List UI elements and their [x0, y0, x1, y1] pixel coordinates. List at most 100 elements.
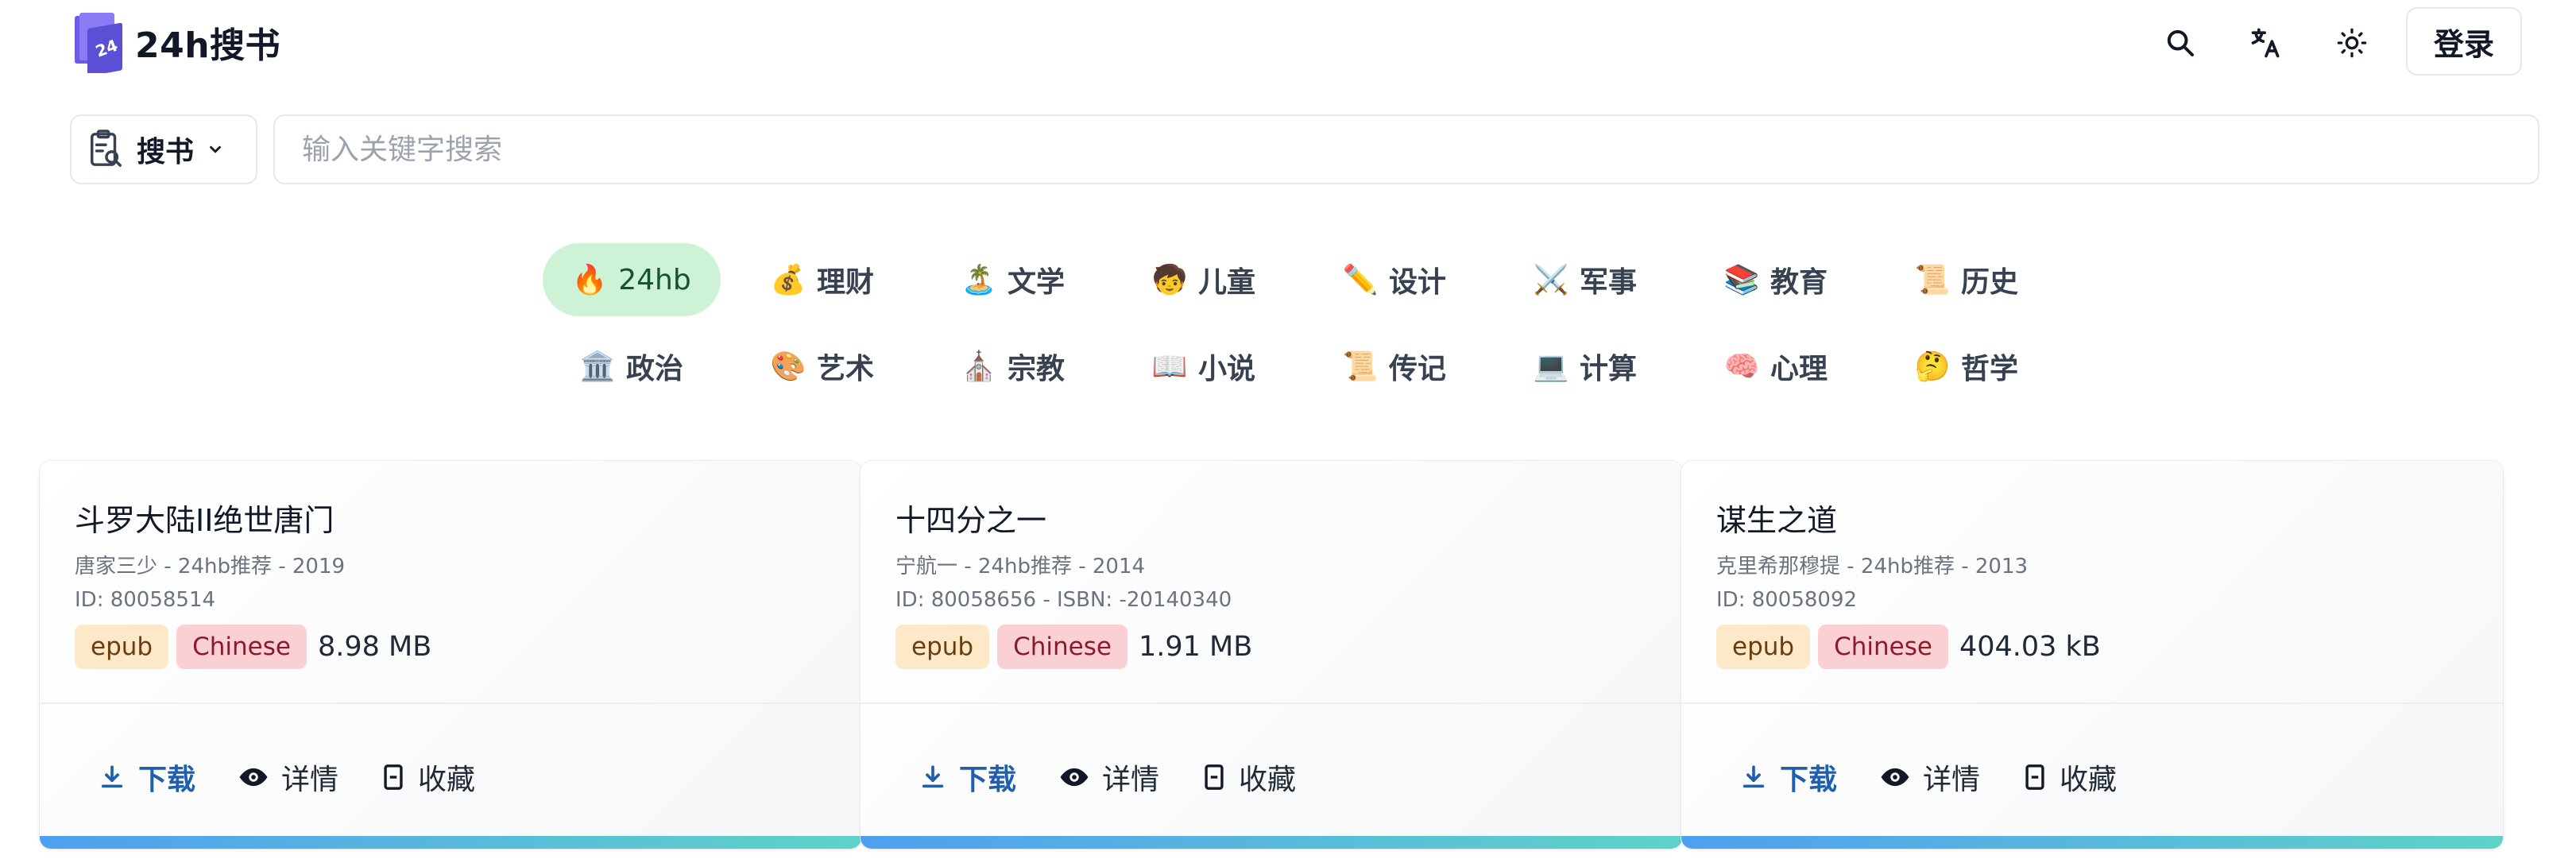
- download-label: 下载: [959, 764, 1017, 796]
- download-icon: [1742, 765, 1765, 788]
- category-label: 儿童: [1197, 266, 1255, 299]
- category-emoji-icon: ⛪: [961, 350, 997, 383]
- book-card: 十四分之一 宁航一 - 24hb推荐 - 2014 ID: 80058656 -…: [861, 461, 1682, 849]
- category-3[interactable]: 🧒 儿童: [1115, 243, 1293, 316]
- bookmark-icon: [384, 764, 403, 790]
- language-badge: Chinese: [176, 625, 307, 669]
- category-emoji-icon: ✏️: [1342, 264, 1379, 296]
- site-name: 24h搜书: [135, 25, 281, 66]
- search-type-dropdown[interactable]: 搜书: [70, 114, 257, 184]
- top-header: 24 24h搜书 登录: [0, 0, 2576, 89]
- category-15[interactable]: 🤔 哲学: [1878, 330, 2056, 403]
- clipboard-search-icon: [91, 130, 122, 167]
- category-8[interactable]: 🏛️ 政治: [543, 330, 721, 403]
- category-4[interactable]: ✏️ 设计: [1305, 243, 1483, 316]
- book-meta: 宁航一 - 24hb推荐 - 2014 ID: 80058656 - ISBN:…: [895, 550, 1232, 617]
- download-button[interactable]: 下载: [1740, 756, 1837, 798]
- format-badge: epub: [75, 625, 169, 669]
- download-button[interactable]: 下载: [919, 756, 1016, 798]
- category-label: 理财: [816, 266, 874, 299]
- chevron-down-icon: [210, 145, 221, 153]
- card-divider: [40, 702, 861, 704]
- translate-icon[interactable]: [2241, 17, 2292, 68]
- category-14[interactable]: 🧠 心理: [1687, 330, 1865, 403]
- book-tags: epub Chinese 1.91 MB: [895, 625, 1252, 669]
- format-badge: epub: [895, 625, 990, 669]
- details-button[interactable]: 详情: [1059, 756, 1159, 798]
- download-icon: [922, 765, 944, 788]
- category-emoji-icon: 🧠: [1723, 350, 1760, 383]
- book-author-line: 宁航一 - 24hb推荐 - 2014: [895, 555, 1146, 578]
- search-input[interactable]: [273, 114, 2539, 184]
- eye-icon: [239, 768, 268, 787]
- favorite-label: 收藏: [1239, 764, 1297, 796]
- category-1[interactable]: 💰 理财: [733, 243, 911, 316]
- category-emoji-icon: 📖: [1151, 350, 1188, 383]
- category-11[interactable]: 📖 小说: [1115, 330, 1293, 403]
- category-13[interactable]: 💻 计算: [1496, 330, 1674, 403]
- category-emoji-icon: 🔥: [571, 264, 608, 296]
- category-9[interactable]: 🎨 艺术: [733, 330, 911, 403]
- card-divider: [861, 702, 1682, 704]
- book-meta: 唐家三少 - 24hb推荐 - 2019 ID: 80058514: [75, 550, 345, 617]
- site-logo[interactable]: 24 24h搜书: [70, 11, 280, 73]
- category-label: 哲学: [1960, 353, 2018, 385]
- favorite-button[interactable]: 收藏: [381, 756, 475, 798]
- category-label: 政治: [625, 353, 683, 385]
- category-emoji-icon: 💰: [770, 264, 806, 296]
- book-card: 谋生之道 克里希那穆提 - 24hb推荐 - 2013 ID: 80058092…: [1681, 461, 2503, 849]
- download-icon: [101, 765, 123, 788]
- details-button[interactable]: 详情: [238, 756, 338, 798]
- download-label: 下载: [138, 764, 196, 796]
- eye-icon: [1881, 768, 1909, 787]
- category-emoji-icon: 🏛️: [579, 350, 616, 383]
- card-divider: [1681, 702, 2503, 704]
- category-10[interactable]: ⛪ 宗教: [924, 330, 1102, 403]
- category-0[interactable]: 🔥 24hb: [543, 243, 721, 316]
- category-label: 设计: [1388, 266, 1446, 299]
- category-emoji-icon: ⚔️: [1533, 264, 1569, 296]
- category-label: 小说: [1197, 353, 1255, 385]
- book-title[interactable]: 斗罗大陆II绝世唐门: [75, 496, 334, 540]
- category-label: 历史: [1960, 266, 2018, 299]
- sun-icon[interactable]: [2327, 17, 2377, 68]
- book-id-line: ID: 80058092: [1716, 588, 1858, 612]
- favorite-button[interactable]: 收藏: [2023, 756, 2117, 798]
- category-7[interactable]: 📜 历史: [1878, 243, 2056, 316]
- category-emoji-icon: 📜: [1914, 264, 1951, 296]
- category-6[interactable]: 📚 教育: [1687, 243, 1865, 316]
- favorite-label: 收藏: [2060, 764, 2118, 796]
- card-actions: 下载 详情 收藏: [99, 756, 518, 798]
- category-label: 传记: [1388, 353, 1446, 385]
- details-label: 详情: [1923, 764, 1981, 796]
- search-icon[interactable]: [2155, 17, 2206, 68]
- book-title[interactable]: 十四分之一: [895, 496, 1046, 540]
- category-grid: 🔥 24hb 💰 理财 🏝️ 文学 🧒 儿童 ✏️ 设计 ⚔️ 军事 📚 教育 📜 历史 🏛️ 政治 🎨 艺术 ⛪ 宗教 📖…: [543, 243, 2068, 403]
- category-label: 艺术: [816, 353, 874, 385]
- book-author-line: 克里希那穆提 - 24hb推荐 - 2013: [1716, 555, 2029, 578]
- login-button[interactable]: 登录: [2406, 7, 2522, 75]
- download-button[interactable]: 下载: [99, 756, 195, 798]
- category-emoji-icon: 🤔: [1914, 350, 1951, 383]
- card-actions: 下载 详情 收藏: [1740, 756, 2160, 798]
- file-size: 404.03 kB: [1959, 631, 2101, 663]
- category-2[interactable]: 🏝️ 文学: [924, 243, 1102, 316]
- card-actions: 下载 详情 收藏: [919, 756, 1339, 798]
- book-tags: epub Chinese 404.03 kB: [1716, 625, 2101, 669]
- file-size: 1.91 MB: [1138, 631, 1253, 663]
- book-meta: 克里希那穆提 - 24hb推荐 - 2013 ID: 80058092: [1716, 550, 2028, 617]
- category-label: 计算: [1579, 353, 1637, 385]
- book-title[interactable]: 谋生之道: [1716, 496, 1837, 540]
- favorite-button[interactable]: 收藏: [1202, 756, 1296, 798]
- language-badge: Chinese: [1818, 625, 1948, 669]
- category-12[interactable]: 📜 传记: [1305, 330, 1483, 403]
- category-label: 24hb: [618, 263, 691, 296]
- category-emoji-icon: 🏝️: [961, 264, 997, 296]
- details-button[interactable]: 详情: [1880, 756, 1980, 798]
- logo-book-icon: 24: [75, 13, 122, 73]
- details-label: 详情: [281, 764, 339, 796]
- category-label: 教育: [1770, 266, 1828, 299]
- category-5[interactable]: ⚔️ 军事: [1496, 243, 1674, 316]
- book-card: 斗罗大陆II绝世唐门 唐家三少 - 24hb推荐 - 2019 ID: 8005…: [40, 461, 861, 849]
- category-label: 宗教: [1007, 353, 1065, 385]
